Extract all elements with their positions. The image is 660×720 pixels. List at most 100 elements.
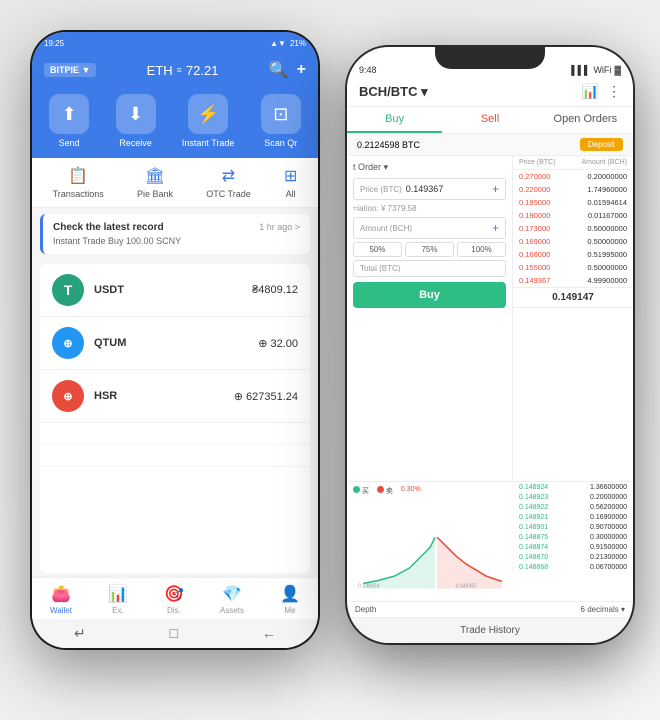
total-row: Total (BTC) [353, 260, 506, 277]
ios-phone: 9:48 ▌▌▌ WiFi ▓ BCH/BTC ▾ 📊 ⋮ Buy [345, 45, 635, 645]
assets-icon: 💎 [222, 584, 242, 604]
ob-sell-9: 0.149367 4.99900000 [513, 274, 633, 287]
ob-sell-price-9: 0.149367 [519, 276, 550, 285]
tab-buy[interactable]: Buy [347, 107, 442, 133]
pie-bank-label: Pie Bank [137, 189, 173, 199]
chart-buy-price-9: 0.148868 [519, 564, 548, 571]
nav-right-icons: 🔍 + [269, 60, 306, 80]
buy-submit-button[interactable]: Buy [353, 282, 506, 308]
tab-me[interactable]: 👤 Me [280, 584, 300, 615]
deposit-button[interactable]: Deposit [580, 138, 623, 151]
ob-sell-price-6: 0.169000 [519, 237, 550, 246]
price-input-row[interactable]: Price (BTC) 0.149367 + [353, 178, 506, 200]
tab-assets[interactable]: 💎 Assets [220, 584, 244, 615]
token-qtum[interactable]: ⊕ QTUM ⊕ 32.00 [40, 317, 310, 370]
back-gesture[interactable]: ↵ [74, 625, 86, 642]
legend-buy: 买 [353, 486, 369, 496]
token-list: T USDT ₴4809.12 ⊕ QTUM ⊕ 32.00 ⊕ HSR ⊕ 6… [40, 264, 310, 573]
spacer1 [40, 423, 310, 445]
otc-trade-label: OTC Trade [206, 189, 251, 199]
chart-buy-price-8: 0.148870 [519, 554, 548, 561]
hsr-logo: ⊕ [52, 380, 84, 412]
ob-sell-7: 0.166000 0.51995000 [513, 248, 633, 261]
chart-ob-right: 0.148924 1.36600000 0.148923 0.20000000 … [513, 482, 633, 601]
add-icon[interactable]: + [297, 61, 306, 79]
instant-trade-button[interactable]: ⚡ Instant Trade [182, 94, 235, 148]
ios-nav: BCH/BTC ▾ 📊 ⋮ [347, 79, 633, 107]
price-plus-icon[interactable]: + [492, 182, 499, 196]
decimals-selector[interactable]: 6 decimals ▾ [581, 605, 625, 614]
trade-history-button[interactable]: Trade History [347, 617, 633, 643]
order-type-selector[interactable]: t Order ▾ [353, 162, 388, 173]
chart-buy-price-7: 0.148874 [519, 544, 548, 551]
tab-dis[interactable]: 🎯 Dis. [164, 584, 184, 615]
chart-buy-price-5: 0.148901 [519, 524, 548, 531]
bitpie-brand[interactable]: BITPIE ▼ [44, 63, 96, 77]
trading-pair[interactable]: BCH/BTC ▾ [359, 84, 428, 100]
home-gesture[interactable]: □ [170, 625, 178, 642]
chart-buy-amt-9: 0.06700000 [590, 564, 627, 571]
notification-title: Check the latest record [53, 222, 164, 233]
chart-buy-amt-3: 0.56200000 [590, 504, 627, 511]
ios-screen: 9:48 ▌▌▌ WiFi ▓ BCH/BTC ▾ 📊 ⋮ Buy [347, 47, 633, 643]
order-book: Price (BTC) Amount (BCH) 0.270000 0.2000… [513, 156, 633, 481]
token-usdt[interactable]: T USDT ₴4809.12 [40, 264, 310, 317]
chart-toggle-icon[interactable]: 📊 [582, 83, 599, 100]
all-icon: ⊞ [284, 166, 297, 186]
amount-input-row[interactable]: Amount (BCH) + [353, 217, 506, 239]
svg-text:0.149367: 0.149367 [456, 584, 478, 590]
ex-icon: 📊 [108, 584, 128, 604]
all-button[interactable]: ⊞ All [284, 166, 297, 199]
android-tabbar: 👛 Wallet 📊 Ex. 🎯 Dis. 💎 Assets 👤 [32, 577, 318, 619]
ob-sell-2: 0.220000 1.74960000 [513, 183, 633, 196]
spacer2 [40, 445, 310, 467]
ob-mid-price: 0.149147 [513, 287, 633, 308]
tab-open-orders[interactable]: Open Orders [538, 107, 633, 133]
otc-trade-button[interactable]: ⇄ OTC Trade [206, 166, 251, 199]
ob-sell-amount-6: 0.50000000 [587, 237, 627, 246]
order-form: t Order ▾ Price (BTC) 0.149367 + ≈iation… [347, 156, 513, 481]
pie-bank-button[interactable]: 🏛 Pie Bank [137, 166, 173, 199]
ios-wifi-icon: WiFi [593, 65, 611, 75]
android-battery: 21% [290, 39, 306, 48]
ob-sell-price-3: 0.195000 [519, 198, 550, 207]
chart-left: 买 卖 0.30% [347, 482, 513, 601]
pct-100-button[interactable]: 100% [457, 242, 506, 257]
tab-sell[interactable]: Sell [442, 107, 537, 133]
search-icon[interactable]: 🔍 [269, 60, 289, 80]
ios-notch-area: 9:48 ▌▌▌ WiFi ▓ [347, 47, 633, 79]
pct-50-button[interactable]: 50% [353, 242, 402, 257]
scan-qr-button[interactable]: ⊡ Scan Qr [261, 94, 301, 148]
tab-wallet[interactable]: 👛 Wallet [50, 584, 72, 615]
estimation-display: ≈iation: ¥ 7379.58 [353, 203, 506, 214]
dis-icon: 🎯 [164, 584, 184, 604]
ob-sell-amount-3: 0.01594614 [587, 198, 627, 207]
recent-gesture[interactable]: ← [262, 625, 276, 642]
ios-signal-icon: ▌▌▌ [571, 65, 590, 75]
chart-ob-buy-5: 0.148901 0.90700000 [513, 522, 633, 532]
ob-sell-amount-5: 0.50000000 [587, 224, 627, 233]
chart-buy-price-2: 0.148923 [519, 494, 548, 501]
android-status-right: ▲▼ 21% [270, 39, 306, 48]
more-options-icon[interactable]: ⋮ [607, 83, 621, 100]
ob-sell-1: 0.270000 0.20000000 [513, 170, 633, 183]
chart-buy-amt-2: 0.20000000 [590, 494, 627, 501]
chart-ob-buy-8: 0.148870 0.21300000 [513, 552, 633, 562]
price-label: Price (BTC) [360, 185, 402, 194]
pct-75-button[interactable]: 75% [405, 242, 454, 257]
receive-button[interactable]: ⬇ Receive [116, 94, 156, 148]
percentage-row: 50% 75% 100% [353, 242, 506, 257]
notification-time: 1 hr ago > [259, 222, 300, 233]
qtum-logo: ⊕ [52, 327, 84, 359]
token-hsr[interactable]: ⊕ HSR ⊕ 627351.24 [40, 370, 310, 423]
transactions-button[interactable]: 📋 Transactions [53, 166, 104, 199]
dis-label: Dis. [167, 606, 181, 615]
amount-plus-icon[interactable]: + [492, 221, 499, 235]
notification-card[interactable]: Check the latest record 1 hr ago > Insta… [40, 214, 310, 254]
qtum-name: QTUM [94, 337, 248, 349]
ios-nav-icons: 📊 ⋮ [582, 83, 621, 100]
currency-display: ETH ≡ 72.21 [147, 63, 219, 78]
currency-amount: 72.21 [186, 63, 219, 78]
send-button[interactable]: ⬆ Send [49, 94, 89, 148]
tab-ex[interactable]: 📊 Ex. [108, 584, 128, 615]
